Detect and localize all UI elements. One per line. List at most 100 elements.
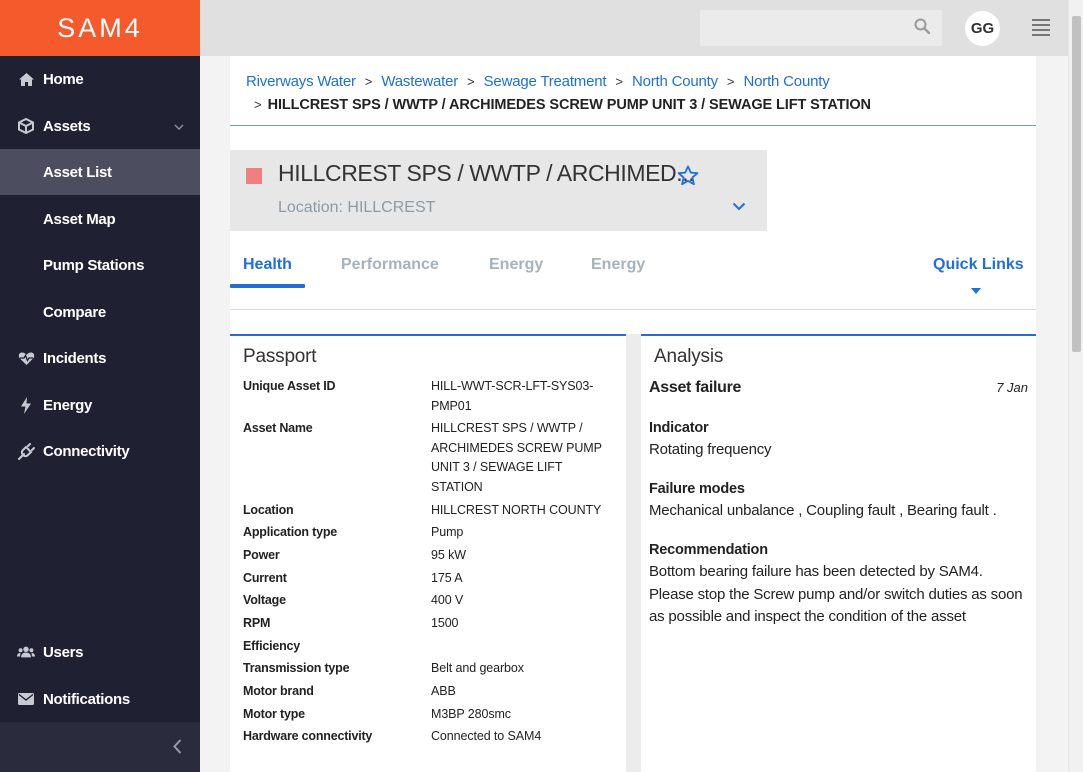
analysis-panel: Analysis Asset failure 7 Jan Indicator R… bbox=[641, 334, 1036, 772]
sidebar-item-label: Incidents bbox=[43, 349, 107, 367]
asset-title: HILLCREST SPS / WWTP / ARCHIMED... bbox=[278, 160, 695, 186]
sidebar-footer bbox=[0, 722, 200, 772]
sidebar-item-label: Notifications bbox=[43, 690, 130, 708]
search-icon[interactable] bbox=[914, 18, 931, 39]
lightning-icon bbox=[17, 396, 35, 414]
asset-header-card: HILLCREST SPS / WWTP / ARCHIMED... Locat… bbox=[230, 150, 767, 231]
sidebar-item-pump-stations[interactable]: Pump Stations bbox=[0, 242, 200, 288]
menu-icon[interactable] bbox=[1032, 19, 1050, 41]
main-area: Riverways Water > Wastewater > Sewage Treatm… bbox=[200, 56, 1068, 772]
breadcrumb-separator: > bbox=[467, 74, 475, 89]
logo[interactable]: SAM4 bbox=[0, 0, 200, 56]
quick-links-button[interactable]: Quick Links bbox=[933, 256, 1024, 274]
passport-value: 400 V bbox=[431, 593, 464, 607]
sidebar-item-notifications[interactable]: Notifications bbox=[0, 676, 200, 722]
analysis-date: 7 Jan bbox=[996, 380, 1028, 395]
passport-key: Transmission type bbox=[243, 661, 350, 675]
passport-value: HILL-WWT-SCR-LFT-SYS03-PMP01 bbox=[431, 379, 594, 413]
tab-performance[interactable]: Performance bbox=[341, 256, 439, 274]
passport-key: Motor brand bbox=[243, 684, 314, 698]
passport-key: Efficiency bbox=[243, 639, 301, 653]
sidebar-item-assets[interactable]: Assets bbox=[0, 103, 200, 149]
scrollbar[interactable] bbox=[1068, 0, 1083, 772]
breadcrumb-separator: > bbox=[726, 74, 735, 89]
passport-value: 1500 bbox=[431, 616, 459, 630]
sidebar-item-asset-map[interactable]: Asset Map bbox=[0, 196, 200, 242]
chevron-left-icon[interactable] bbox=[173, 739, 182, 759]
breadcrumb-separator: > bbox=[615, 74, 623, 89]
tab-energy[interactable]: Energy bbox=[489, 256, 543, 274]
plug-icon bbox=[17, 442, 35, 460]
breadcrumb-link[interactable]: North County bbox=[744, 73, 830, 90]
passport-value: Connected to SAM4 bbox=[431, 729, 542, 743]
sidebar-item-label: Users bbox=[43, 643, 84, 661]
sidebar: SAM4 Home Assets Asset List Asset Map Pu… bbox=[0, 0, 200, 772]
passport-value: Pump bbox=[431, 525, 464, 539]
passport-key: Voltage bbox=[243, 593, 286, 607]
passport-key: Current bbox=[243, 571, 287, 585]
passport-value: M3BP 280smc bbox=[431, 707, 511, 721]
sidebar-item-users[interactable]: Users bbox=[0, 629, 200, 675]
passport-key: Power bbox=[243, 548, 280, 562]
sidebar-item-compare[interactable]: Compare bbox=[0, 289, 200, 335]
tab-bar: Health Performance Energy Energy Quick L… bbox=[230, 252, 1036, 310]
sidebar-item-label: Compare bbox=[43, 303, 106, 321]
caret-down-icon[interactable] bbox=[971, 288, 981, 294]
passport-value: Belt and gearbox bbox=[431, 661, 524, 675]
sidebar-item-label: Connectivity bbox=[43, 442, 130, 460]
active-tab-indicator bbox=[230, 284, 305, 288]
search-input[interactable] bbox=[700, 10, 942, 46]
sidebar-item-label: Home bbox=[43, 70, 84, 88]
asset-location: Location: HILLCREST bbox=[278, 199, 436, 216]
sidebar-item-energy[interactable]: Energy bbox=[0, 382, 200, 428]
breadcrumb-link[interactable]: North County bbox=[632, 73, 718, 90]
panel-title: Passport bbox=[243, 346, 317, 367]
sidebar-item-label: Asset Map bbox=[43, 210, 116, 228]
passport-key: Location bbox=[243, 503, 294, 517]
sidebar-item-label: Asset List bbox=[43, 163, 112, 181]
passport-value: 95 kW bbox=[431, 548, 466, 562]
top-bar: GG bbox=[200, 0, 1068, 56]
passport-key: Unique Asset ID bbox=[243, 379, 336, 393]
recommendation-text: Bottom bearing failure has been detected… bbox=[649, 563, 1023, 625]
sidebar-item-connectivity[interactable]: Connectivity bbox=[0, 428, 200, 474]
sidebar-item-label: Pump Stations bbox=[43, 256, 145, 274]
sidebar-item-asset-list[interactable]: Asset List bbox=[0, 149, 200, 195]
passport-key: Hardware connectivity bbox=[243, 729, 373, 743]
failure-modes-value: Mechanical unbalance , Coupling fault , … bbox=[649, 502, 997, 519]
status-indicator bbox=[246, 168, 262, 184]
sidebar-item-label: Assets bbox=[43, 117, 91, 135]
passport-value: HILLCREST NORTH COUNTY bbox=[431, 503, 602, 517]
scrollbar-thumb[interactable] bbox=[1072, 16, 1081, 352]
passport-value: 175 A bbox=[431, 571, 463, 585]
users-icon bbox=[17, 643, 35, 661]
recommendation-label: Recommendation bbox=[649, 542, 768, 558]
content: Riverways Water > Wastewater > Sewage Treatm… bbox=[230, 56, 1036, 772]
panel-title: Analysis bbox=[654, 346, 724, 367]
heartbeat-icon bbox=[17, 349, 35, 367]
sidebar-item-home[interactable]: Home bbox=[0, 56, 200, 102]
avatar[interactable]: GG bbox=[965, 11, 1000, 46]
chevron-down-icon[interactable] bbox=[732, 198, 746, 216]
indicator-value: Rotating frequency bbox=[649, 441, 772, 458]
breadcrumb-link[interactable]: Riverways Water bbox=[246, 73, 356, 90]
sidebar-item-incidents[interactable]: Incidents bbox=[0, 335, 200, 381]
analysis-headline: Asset failure bbox=[649, 379, 742, 396]
divider bbox=[230, 125, 1036, 126]
breadcrumb-link[interactable]: Sewage Treatment bbox=[484, 73, 607, 90]
breadcrumb-separator: > bbox=[254, 97, 262, 112]
passport-key: Asset Name bbox=[243, 421, 313, 435]
sidebar-item-label: Energy bbox=[43, 396, 93, 414]
home-icon bbox=[17, 70, 35, 88]
passport-key: Motor type bbox=[243, 707, 305, 721]
tab-energy-2[interactable]: Energy bbox=[591, 256, 645, 274]
breadcrumb-separator: > bbox=[364, 74, 373, 89]
breadcrumb-current: HILLCREST SPS / WWTP / ARCHIMEDES SCREW … bbox=[267, 97, 871, 113]
passport-value: HILLCREST SPS / WWTP / ARCHIMEDES SCREW … bbox=[431, 421, 602, 494]
cube-icon bbox=[17, 117, 35, 135]
failure-modes-label: Failure modes bbox=[649, 481, 745, 497]
tab-health[interactable]: Health bbox=[243, 256, 292, 274]
passport-key: Application type bbox=[243, 525, 338, 539]
breadcrumb-link[interactable]: Wastewater bbox=[381, 73, 458, 90]
star-icon[interactable] bbox=[677, 165, 699, 191]
